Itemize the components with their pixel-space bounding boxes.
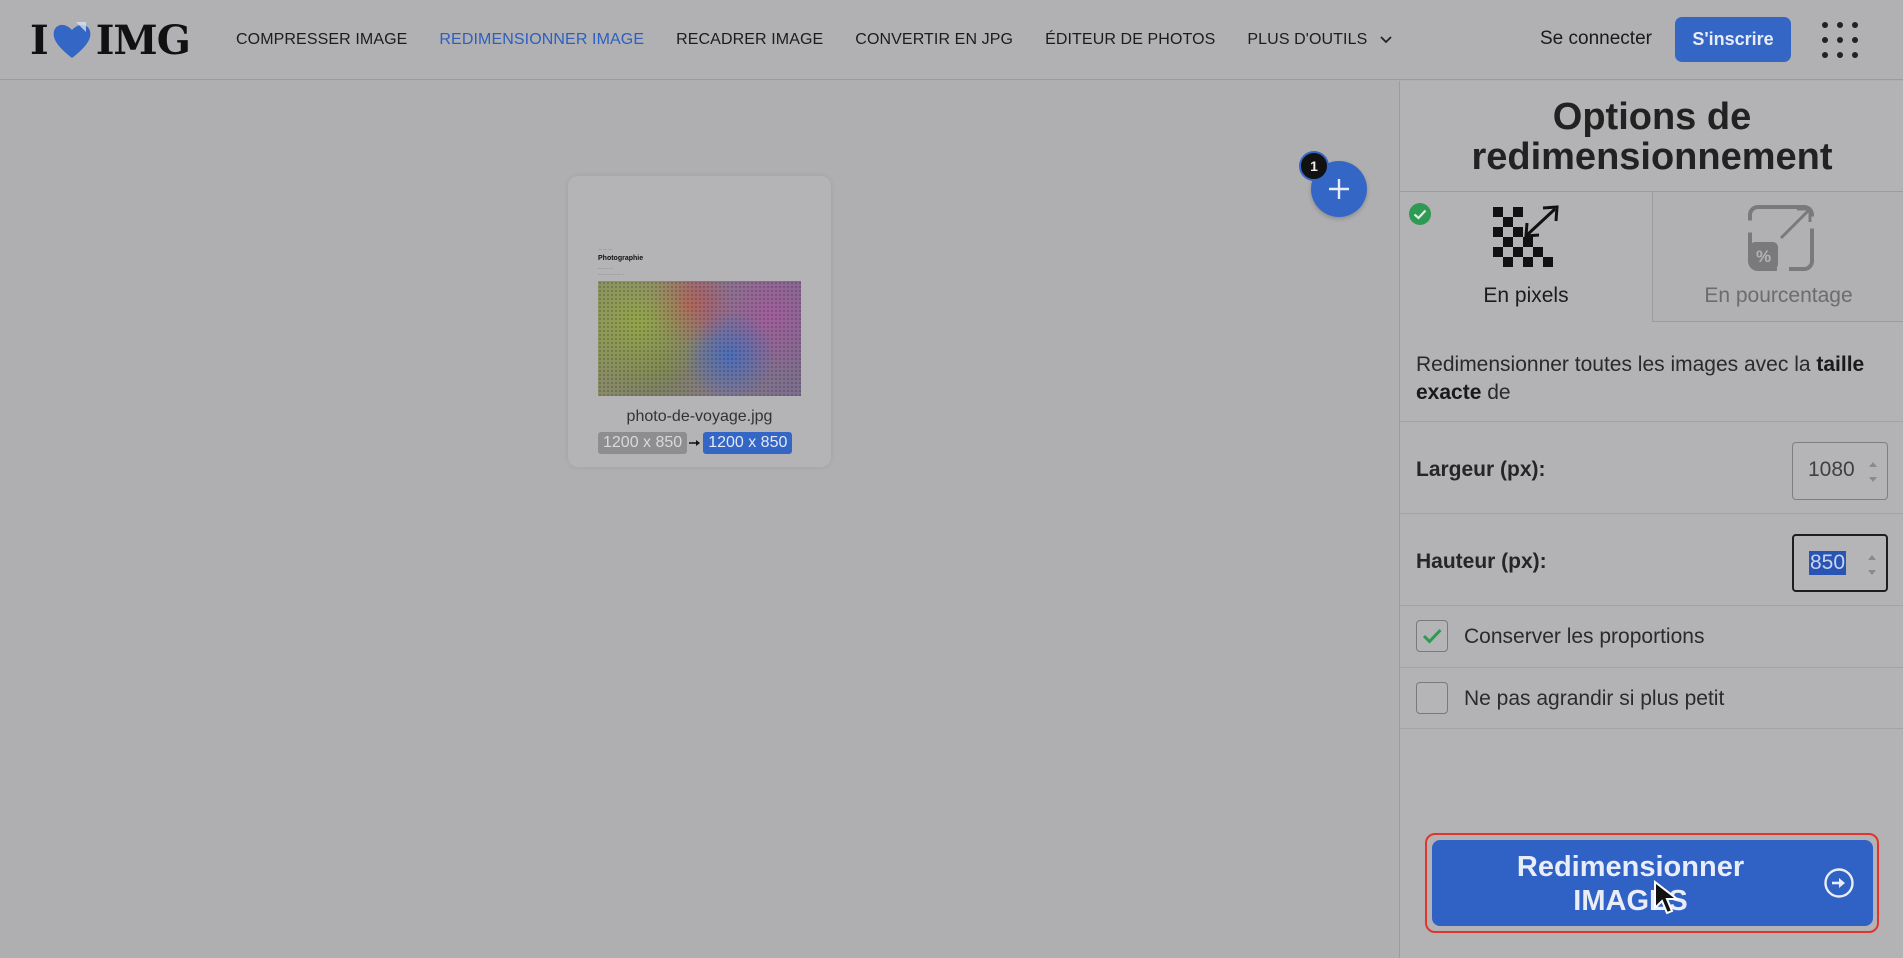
thumb-title: Photographie: [598, 255, 644, 262]
width-label: Largeur (px):: [1416, 458, 1546, 481]
nav-photo-editor[interactable]: ÉDITEUR DE PHOTOS: [1045, 31, 1215, 49]
logo-word-img: IMG: [95, 16, 191, 64]
tab-percentage-label: En pourcentage: [1704, 284, 1853, 307]
thumb-decor-line: — — — — — — —: [598, 272, 625, 276]
nav-crop[interactable]: RECADRER IMAGE: [676, 31, 823, 49]
checkmark-icon: [1422, 628, 1442, 644]
file-card[interactable]: — — — Photographie — — — — — — — — — — —…: [568, 176, 831, 467]
main-nav: COMPRESSER IMAGE REDIMENSIONNER IMAGE RE…: [236, 0, 1425, 80]
percentage-resize-icon: %: [1748, 205, 1814, 271]
tab-by-pixels[interactable]: En pixels: [1400, 192, 1652, 322]
resize-button-label: Redimensionner IMAGES: [1516, 851, 1745, 917]
logo[interactable]: I IMG: [30, 16, 191, 64]
apps-grid-icon[interactable]: [1822, 22, 1858, 58]
svg-text:%: %: [1756, 247, 1771, 266]
chevron-down-icon: [1380, 36, 1392, 44]
no-enlarge-row: Ne pas agrandir si plus petit: [1400, 667, 1903, 729]
no-enlarge-label: Ne pas agrandir si plus petit: [1464, 687, 1725, 710]
height-input[interactable]: 850: [1792, 534, 1888, 592]
plus-icon: [1329, 179, 1349, 199]
workspace: — — — Photographie — — — — — — — — — — —…: [0, 81, 1399, 958]
file-dimensions: 1200 x 850 1200 x 850: [598, 432, 793, 454]
nav-resize[interactable]: REDIMENSIONNER IMAGE: [439, 31, 644, 49]
tab-by-percentage[interactable]: % En pourcentage: [1652, 192, 1903, 322]
keep-ratio-label: Conserver les proportions: [1464, 625, 1705, 648]
stepper-arrows-icon[interactable]: [1866, 548, 1878, 582]
keep-ratio-row: Conserver les proportions: [1400, 605, 1903, 667]
pixels-resize-icon: [1493, 205, 1559, 267]
resize-description: Redimensionner toutes les images avec la…: [1416, 353, 1865, 404]
top-header: I IMG COMPRESSER IMAGE REDIMENSIONNER IM…: [0, 0, 1903, 80]
tab-pixels-label: En pixels: [1483, 284, 1569, 307]
panel-title: Options de redimensionnement: [1471, 96, 1833, 178]
check-circle-icon: [1409, 203, 1431, 225]
options-panel: Options de redimensionnement En pixels %…: [1399, 81, 1903, 958]
width-value: 1080: [1808, 458, 1855, 481]
heart-icon: [53, 22, 91, 58]
keep-ratio-checkbox[interactable]: [1416, 620, 1448, 652]
original-size-badge: 1200 x 850: [598, 432, 688, 454]
arrow-right-icon: [689, 440, 701, 446]
thumb-decor-line: — — — —: [598, 266, 613, 270]
nav-convert-jpg[interactable]: CONVERTIR EN JPG: [855, 31, 1013, 49]
nav-compress[interactable]: COMPRESSER IMAGE: [236, 31, 407, 49]
stepper-arrows-icon[interactable]: [1867, 455, 1879, 489]
width-input[interactable]: 1080: [1792, 442, 1888, 500]
height-label: Hauteur (px):: [1416, 550, 1547, 573]
mouse-cursor-icon: [1654, 880, 1680, 915]
arrow-circle-right-icon: [1824, 868, 1854, 898]
nav-more-tools[interactable]: PLUS D'OUTILS: [1247, 31, 1393, 49]
thumb-decor-line: — — —: [598, 246, 613, 251]
thumb-image: [598, 281, 801, 396]
resize-mode-tabs: En pixels % En pourcentage: [1400, 191, 1903, 322]
width-row: Largeur (px): 1080: [1400, 421, 1903, 513]
logo-letter-i: I: [30, 16, 49, 64]
no-enlarge-checkbox[interactable]: [1416, 682, 1448, 714]
height-row: Hauteur (px): 850: [1400, 513, 1903, 605]
signup-button[interactable]: S'inscrire: [1675, 17, 1791, 62]
new-size-badge: 1200 x 850: [703, 432, 793, 454]
file-count-badge: 1: [1299, 151, 1329, 181]
login-link[interactable]: Se connecter: [1540, 28, 1652, 50]
nav-more-label: PLUS D'OUTILS: [1247, 31, 1368, 48]
file-name: photo-de-voyage.jpg: [626, 408, 773, 425]
height-value: 850: [1809, 551, 1847, 575]
file-thumbnail: — — — Photographie — — — — — — — — — — —: [598, 186, 801, 396]
